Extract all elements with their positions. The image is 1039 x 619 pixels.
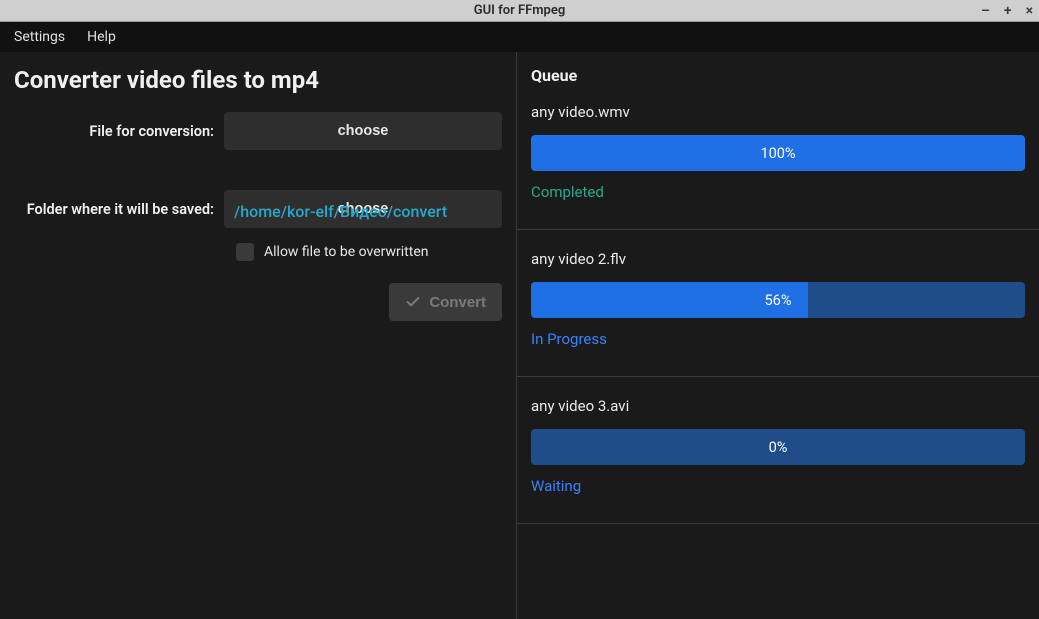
converter-panel: Converter video files to mp4 File for co… <box>0 52 517 619</box>
window-controls: – + × <box>981 0 1033 21</box>
queue-item-filename: any video 2.flv <box>531 250 1025 268</box>
file-for-conversion-label: File for conversion: <box>14 123 224 140</box>
queue-panel: Queue any video.wmv100%Completedany vide… <box>517 52 1039 619</box>
overwrite-checkbox[interactable] <box>236 243 254 261</box>
progress-bar: 0% <box>531 429 1025 465</box>
queue-item-filename: any video.wmv <box>531 103 1025 121</box>
convert-button[interactable]: Convert <box>389 283 502 321</box>
progress-bar: 100% <box>531 135 1025 171</box>
save-folder-label: Folder where it will be saved: <box>14 201 224 218</box>
page-title: Converter video files to mp4 <box>14 66 502 94</box>
menu-help[interactable]: Help <box>87 29 116 45</box>
queue-item: any video.wmv 100% Completed <box>517 95 1039 230</box>
queue-title: Queue <box>517 66 1039 95</box>
progress-label: 0% <box>531 429 1025 465</box>
titlebar: GUI for FFmpeg – + × <box>0 0 1039 22</box>
queue-item-status: Completed <box>531 183 1025 201</box>
minimize-button[interactable]: – <box>981 4 990 18</box>
queue-item: any video 3.avi 0% Waiting <box>517 389 1039 524</box>
overwrite-label: Allow file to be overwritten <box>264 244 428 260</box>
queue-item-status: In Progress <box>531 330 1025 348</box>
convert-button-label: Convert <box>429 294 486 311</box>
choose-file-button[interactable]: choose <box>224 112 502 150</box>
queue-item: any video 2.flv 56% In Progress <box>517 242 1039 377</box>
window-title: GUI for FFmpeg <box>474 3 566 18</box>
maximize-button[interactable]: + <box>1004 4 1012 18</box>
queue-list: any video.wmv 100% Completed any video 2.fl… <box>517 95 1039 524</box>
progress-label: 56% <box>531 282 1025 318</box>
menu-settings[interactable]: Settings <box>14 29 65 45</box>
check-icon <box>405 294 421 310</box>
close-button[interactable]: × <box>1026 4 1033 18</box>
progress-bar: 56% <box>531 282 1025 318</box>
queue-item-filename: any video 3.avi <box>531 397 1025 415</box>
menubar: Settings Help <box>0 22 1039 52</box>
progress-label: 100% <box>531 135 1025 171</box>
queue-item-status: Waiting <box>531 477 1025 495</box>
